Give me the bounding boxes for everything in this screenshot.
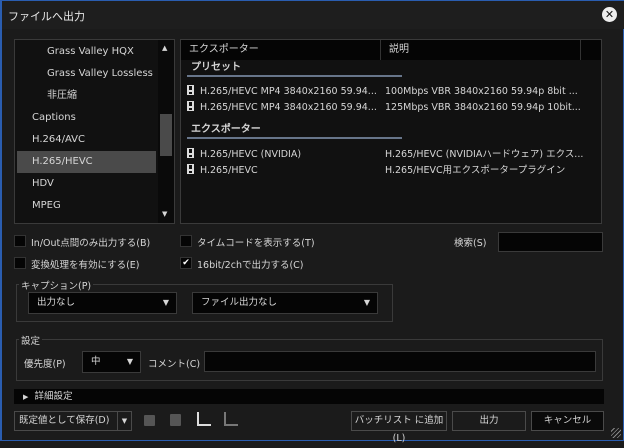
format-item-selected[interactable]: H.265/HEVC (17, 151, 156, 173)
comment-label: コメント(C) (148, 359, 201, 370)
inout-label[interactable]: In/Out点間のみ出力する(B) (31, 235, 150, 249)
exporter-table: エクスポーター 説明 プリセット H.265/HEVC MP4 3840x216… (180, 39, 602, 224)
column-header-description[interactable]: 説明 (381, 40, 581, 60)
format-item[interactable]: HDV (17, 173, 156, 195)
16bit-checkbox[interactable]: ✔ (180, 257, 192, 269)
table-row[interactable]: H.265/HEVC MP4 3840x2160 59.94... (187, 100, 377, 115)
advanced-settings-toggle[interactable]: ▶ 詳細設定 (14, 389, 604, 404)
table-row[interactable]: H.265/HEVC MP4 3840x2160 59.94... (187, 84, 377, 99)
table-header: エクスポーター 説明 (181, 40, 601, 60)
format-item[interactable]: MPEG (17, 195, 156, 217)
group-header-exporters: エクスポーター (187, 122, 402, 139)
add-to-batch-button[interactable]: バッチリスト に追加(L) (351, 411, 447, 444)
chevron-down-icon: ▼ (162, 298, 169, 307)
format-item[interactable]: Grass Valley Lossless (17, 63, 156, 85)
convert-label[interactable]: 変換処理を有効にする(E) (31, 257, 140, 271)
export-dialog: ファイルへ出力 ✕ Grass Valley HQX Grass Valley … (0, 0, 624, 444)
caption-select[interactable]: 出力なし ▼ (28, 292, 177, 314)
resize-grip[interactable] (611, 428, 621, 438)
search-label: 検索(S) (454, 238, 487, 249)
column-header-exporter[interactable]: エクスポーター (181, 40, 381, 60)
format-item[interactable]: 非圧縮 (17, 85, 156, 107)
row-description: H.265/HEVC (NVIDIAハードウェア) エクス... (385, 149, 584, 160)
row-name: H.265/HEVC (NVIDIA) (200, 149, 302, 160)
format-item[interactable]: Grass Valley HQX (17, 41, 156, 63)
format-list: Grass Valley HQX Grass Valley Lossless 非… (14, 39, 175, 224)
table-row[interactable]: H.265/HEVC (187, 163, 258, 178)
16bit-label[interactable]: 16bit/2chで出力する(C) (197, 257, 304, 271)
settings-legend: 設定 (19, 333, 43, 347)
film-icon (187, 101, 194, 111)
scroll-up-icon[interactable]: ▲ (162, 44, 167, 52)
search-input[interactable] (498, 232, 603, 252)
inout-checkbox[interactable] (14, 235, 26, 247)
film-icon (187, 148, 194, 158)
cancel-button[interactable]: キャンセル (531, 411, 604, 431)
delete-icon[interactable] (170, 414, 181, 426)
expand-triangle-icon: ▶ (23, 393, 29, 401)
advanced-label: 詳細設定 (34, 391, 73, 402)
caption-legend: キャプション(P) (19, 278, 94, 292)
row-description: 100Mbps VBR 3840x2160 59.94p 8bit ... (385, 86, 578, 97)
export-icon[interactable] (224, 412, 238, 426)
scroll-down-icon[interactable]: ▼ (162, 210, 167, 218)
caption-select-value: 出力なし (37, 297, 76, 308)
film-icon (187, 164, 194, 174)
priority-label: 優先度(P) (24, 359, 66, 370)
save-icon[interactable] (144, 415, 155, 426)
close-icon[interactable]: ✕ (602, 7, 617, 22)
output-button[interactable]: 出力 (452, 411, 526, 431)
convert-checkbox[interactable] (14, 257, 26, 269)
chevron-down-icon: ▼ (126, 357, 133, 366)
comment-input[interactable] (204, 351, 596, 372)
film-icon (187, 85, 194, 95)
format-item[interactable]: Captions (17, 107, 156, 129)
caption-file-select-value: ファイル出力なし (201, 297, 278, 308)
save-default-dropdown[interactable]: ▼ (117, 411, 132, 431)
title-bar: ファイルへ出力 (2, 1, 624, 29)
row-name: H.265/HEVC MP4 3840x2160 59.94... (200, 102, 377, 113)
row-name: H.265/HEVC MP4 3840x2160 59.94... (200, 86, 377, 97)
caption-file-select[interactable]: ファイル出力なし ▼ (192, 292, 378, 314)
import-icon[interactable] (197, 412, 211, 426)
timecode-label[interactable]: タイムコードを表示する(T) (197, 235, 315, 249)
chevron-down-icon: ▼ (363, 298, 370, 307)
scrollbar-thumb[interactable] (160, 114, 172, 156)
dialog-title: ファイルへ出力 (8, 10, 85, 23)
row-description: H.265/HEVC用エクスポータープラグイン (385, 165, 566, 176)
scrollbar[interactable]: ▲ ▼ (158, 40, 174, 223)
priority-select[interactable]: 中 ▼ (82, 351, 141, 373)
priority-value: 中 (91, 356, 101, 367)
group-header-presets: プリセット (187, 60, 402, 77)
row-name: H.265/HEVC (200, 165, 258, 176)
format-item[interactable]: H.264/AVC (17, 129, 156, 151)
timecode-checkbox[interactable] (180, 235, 192, 247)
save-default-button[interactable]: 既定値として保存(D) (14, 411, 118, 431)
row-description: 125Mbps VBR 3840x2160 59.94p 10bit... (385, 102, 581, 113)
table-row[interactable]: H.265/HEVC (NVIDIA) (187, 147, 301, 162)
